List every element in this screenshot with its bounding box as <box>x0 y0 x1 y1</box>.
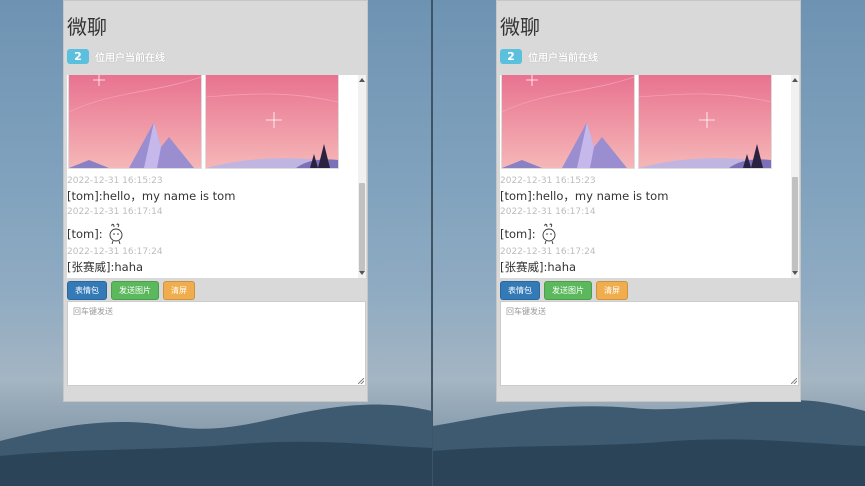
clear-screen-button[interactable]: 清屏 <box>596 281 628 300</box>
chat-toolbar: 表情包 发送图片 清屏 <box>500 281 628 300</box>
scroll-down-arrow-icon[interactable] <box>792 271 798 275</box>
emoji-button[interactable]: 表情包 <box>67 281 107 300</box>
message-line: [tom] : <box>67 223 163 245</box>
chat-message: 2022-12-31 16:17:24 [张赛威] : haha <box>67 247 163 275</box>
shared-images <box>501 75 772 169</box>
scroll-up-arrow-icon[interactable] <box>359 78 365 82</box>
chat-scroll-content: 2022-12-31 16:15:23 [tom] : hello，my nam… <box>67 75 357 278</box>
message-input-placeholder: 回车键发送 <box>506 307 546 316</box>
rabbit-sticker-icon <box>542 223 556 245</box>
chat-message: 2022-12-31 16:17:24 [张赛威] : haha <box>500 247 596 275</box>
message-timestamp: 2022-12-31 16:17:14 <box>67 207 163 217</box>
client-window-right: 微聊 2 位用户当前在线 2022-12-31 16:15:23 [tom]:… <box>433 0 865 486</box>
chat-message: 2022-12-31 16:17:14 [tom] : <box>500 207 596 245</box>
client-window-left: 微聊 2 位用户当前在线 2022-12-31 16:15:23 [tom]:… <box>0 0 432 486</box>
chat-message: 2022-12-31 16:15:23 [tom] : hello，my nam… <box>500 176 668 204</box>
message-text: haha <box>114 260 144 274</box>
message-sender: [tom] <box>500 227 532 241</box>
resize-handle-icon[interactable] <box>791 378 797 384</box>
send-image-button[interactable]: 发送图片 <box>544 281 592 300</box>
app-title: 微聊 <box>67 15 107 39</box>
chat-app: 微聊 2 位用户当前在线 2022-12-31 16:15:23 [tom]:… <box>496 0 801 402</box>
online-count-badge: 2 <box>500 49 522 64</box>
message-input[interactable]: 回车键发送 <box>67 301 366 386</box>
message-line: [tom] : <box>500 223 596 245</box>
scroll-down-arrow-icon[interactable] <box>359 271 365 275</box>
message-line: [张赛威] : haha <box>67 259 163 275</box>
message-sender: [tom] <box>67 189 99 203</box>
chat-message-area[interactable]: 2022-12-31 16:15:23 [tom] : hello，my nam… <box>67 75 366 278</box>
rabbit-sticker-icon <box>109 223 123 245</box>
message-timestamp: 2022-12-31 16:17:24 <box>67 247 163 257</box>
online-status: 2 位用户当前在线 <box>500 49 598 64</box>
shared-images <box>68 75 339 169</box>
online-status-text: 位用户当前在线 <box>95 53 165 64</box>
message-timestamp: 2022-12-31 16:17:14 <box>500 207 596 217</box>
message-input[interactable]: 回车键发送 <box>500 301 799 386</box>
chat-message: 2022-12-31 16:17:14 [tom] : <box>67 207 163 245</box>
message-timestamp: 2022-12-31 16:17:24 <box>500 247 596 257</box>
message-input-placeholder: 回车键发送 <box>73 307 113 316</box>
shared-image-wallpaper-2[interactable] <box>638 75 772 169</box>
message-sender: [张赛威] <box>500 260 544 274</box>
shared-image-wallpaper[interactable] <box>68 75 202 169</box>
message-sender: [tom] <box>67 227 99 241</box>
chat-message: 2022-12-31 16:15:23 [tom] : hello，my nam… <box>67 176 235 204</box>
message-line: [张赛威] : haha <box>500 259 596 275</box>
app-title: 微聊 <box>500 15 540 39</box>
scrollbar-thumb[interactable] <box>792 177 798 271</box>
message-text: haha <box>547 260 577 274</box>
message-separator: : <box>98 227 103 241</box>
chat-toolbar: 表情包 发送图片 清屏 <box>67 281 195 300</box>
send-image-button[interactable]: 发送图片 <box>111 281 159 300</box>
message-sender: [张赛威] <box>67 260 111 274</box>
message-line: [tom] : hello，my name is tom <box>67 188 235 204</box>
online-status: 2 位用户当前在线 <box>67 49 165 64</box>
clear-screen-button[interactable]: 清屏 <box>163 281 195 300</box>
message-timestamp: 2022-12-31 16:15:23 <box>67 176 163 186</box>
chat-app: 微聊 2 位用户当前在线 2022-12-31 16:15:23 [tom]:… <box>63 0 368 402</box>
message-separator: : <box>531 227 536 241</box>
message-line: [tom] : hello，my name is tom <box>500 188 668 204</box>
online-count-badge: 2 <box>67 49 89 64</box>
message-timestamp: 2022-12-31 16:15:23 <box>500 176 596 186</box>
chat-scrollbar[interactable] <box>791 75 799 278</box>
scrollbar-thumb[interactable] <box>359 183 365 271</box>
message-text: hello，my name is tom <box>102 189 236 203</box>
message-sender: [tom] <box>500 189 532 203</box>
message-text: hello，my name is tom <box>535 189 669 203</box>
scroll-up-arrow-icon[interactable] <box>792 78 798 82</box>
chat-scroll-content: 2022-12-31 16:15:23 [tom] : hello，my nam… <box>500 75 790 278</box>
shared-image-wallpaper[interactable] <box>501 75 635 169</box>
chat-scrollbar[interactable] <box>358 75 366 278</box>
shared-image-wallpaper-2[interactable] <box>205 75 339 169</box>
emoji-button[interactable]: 表情包 <box>500 281 540 300</box>
resize-handle-icon[interactable] <box>358 378 364 384</box>
online-status-text: 位用户当前在线 <box>528 53 598 64</box>
chat-message-area[interactable]: 2022-12-31 16:15:23 [tom] : hello，my nam… <box>500 75 799 278</box>
